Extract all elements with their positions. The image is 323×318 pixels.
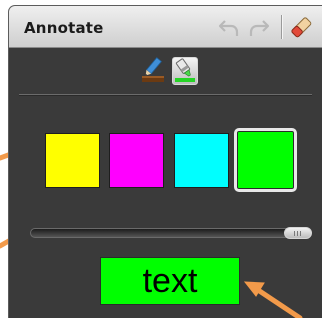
screenshot-stage: Annotate text bbox=[0, 0, 323, 318]
callout-arrow-preview bbox=[243, 281, 303, 318]
callout-arrow-preview-layer bbox=[243, 281, 303, 318]
